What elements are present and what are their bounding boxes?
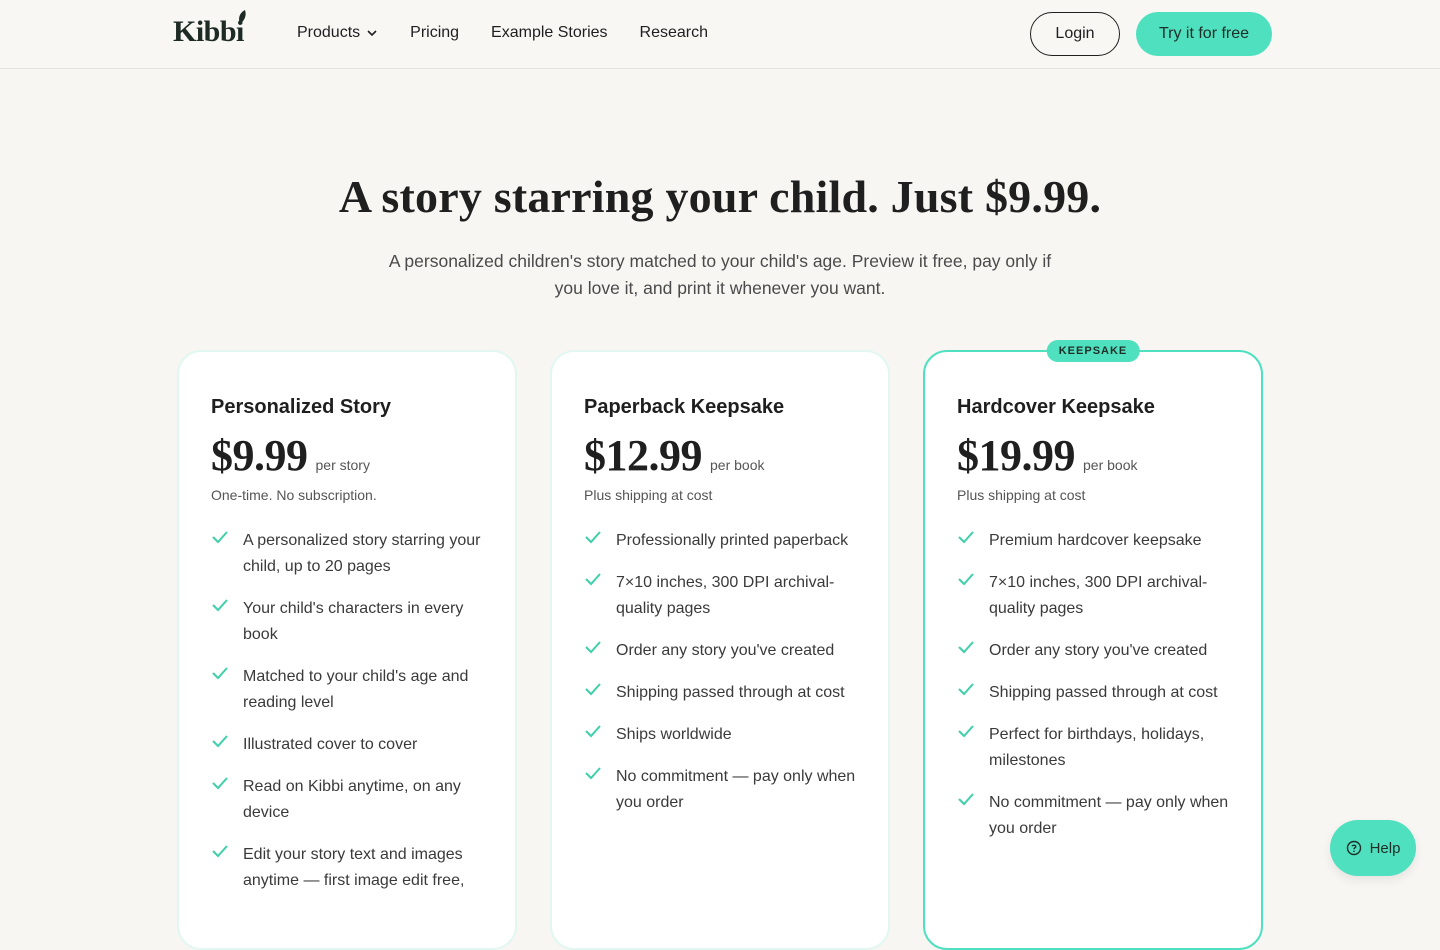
leaf-icon [239, 10, 246, 24]
check-icon [957, 722, 989, 748]
top-nav: Kibbi Products Pricing Example Stories R… [0, 0, 1440, 69]
nav-pricing[interactable]: Pricing [410, 24, 459, 42]
check-icon [211, 596, 243, 622]
plan-price: $19.99 [957, 431, 1076, 480]
check-icon [584, 638, 616, 664]
feature-item: Perfect for birthdays, holidays, milesto… [957, 722, 1237, 774]
check-icon [957, 680, 989, 706]
hero-subtitle: A personalized children's story matched … [388, 251, 1052, 298]
help-icon [1346, 840, 1361, 856]
feature-item: Illustrated cover to cover [211, 732, 491, 758]
plan-title: Paperback Keepsake [584, 396, 785, 418]
feature-item: Edit your story text and images anytime … [211, 842, 491, 894]
plan-price: $12.99 [584, 431, 703, 480]
feature-item: Professionally printed paperback [584, 528, 864, 554]
plan-price-note: Plus shipping at cost [957, 487, 1086, 503]
check-icon [211, 528, 243, 554]
check-icon [584, 528, 616, 554]
nav-products[interactable]: Products [297, 24, 378, 42]
help-label: Help [1369, 839, 1401, 857]
plan-title: Hardcover Keepsake [957, 396, 1155, 418]
price-row: $12.99 per book [584, 430, 764, 481]
plan-price-unit: per book [710, 457, 765, 473]
check-icon [584, 570, 616, 596]
feature-item: 7×10 inches, 300 DPI archival-quality pa… [957, 570, 1237, 622]
plan-price-note: One-time. No subscription. [211, 487, 377, 503]
nav-links: Products Pricing Example Stories Researc… [297, 24, 740, 42]
nav-example-stories[interactable]: Example Stories [491, 24, 608, 42]
plan-price-unit: per book [1083, 457, 1138, 473]
check-icon [957, 790, 989, 816]
check-icon [211, 732, 243, 758]
plan-card-personalized-story: Personalized Story $9.99 per story One-t… [177, 350, 517, 950]
check-icon [584, 680, 616, 706]
check-icon [957, 528, 989, 554]
plan-card-hardcover-keepsake: KEEPSAKE Hardcover Keepsake $19.99 per b… [923, 340, 1263, 950]
login-button[interactable]: Login [1030, 12, 1120, 56]
feature-item: A personalized story starring your child… [211, 528, 491, 580]
feature-item: No commitment — pay only when you order [957, 790, 1237, 842]
feature-item: Your child's characters in every book [211, 596, 491, 648]
feature-item: Ships worldwide [584, 722, 864, 748]
feature-item: Order any story you've created [957, 638, 1237, 664]
feature-item: Read on Kibbi anytime, on any device [211, 774, 491, 826]
kibbi-logo[interactable]: Kibbi [173, 10, 246, 49]
plan-price-unit: per story [315, 457, 370, 473]
feature-item: Shipping passed through at cost [957, 680, 1237, 706]
logo-text: Kibbi [173, 15, 244, 48]
feature-item: Premium hardcover keepsake [957, 528, 1237, 554]
feature-list: A personalized story starring your child… [211, 528, 491, 910]
help-button[interactable]: Help [1330, 820, 1416, 876]
hero-title: A story starring your child. Just $9.99. [338, 171, 1102, 222]
nav-research[interactable]: Research [640, 24, 708, 42]
feature-item: 7×10 inches, 300 DPI archival-quality pa… [584, 570, 864, 622]
check-icon [957, 638, 989, 664]
check-icon [211, 774, 243, 800]
check-icon [211, 842, 243, 868]
feature-item: Order any story you've created [584, 638, 864, 664]
plan-price-note: Plus shipping at cost [584, 487, 713, 503]
try-free-button[interactable]: Try it for free [1136, 12, 1272, 56]
price-row: $9.99 per story [211, 430, 370, 481]
plan-price: $9.99 [211, 431, 308, 480]
feature-item: Matched to your child's age and reading … [211, 664, 491, 716]
check-icon [584, 722, 616, 748]
feature-list: Professionally printed paperback 7×10 in… [584, 528, 864, 832]
plan-card-paperback-keepsake: Paperback Keepsake $12.99 per book Plus … [550, 350, 890, 950]
plan-title: Personalized Story [211, 396, 392, 418]
feature-item: No commitment — pay only when you order [584, 764, 864, 816]
feature-item: Shipping passed through at cost [584, 680, 864, 706]
chevron-down-icon [367, 30, 377, 37]
feature-list: Premium hardcover keepsake 7×10 inches, … [957, 528, 1237, 858]
keepsake-badge: KEEPSAKE [1046, 340, 1140, 362]
check-icon [584, 764, 616, 790]
price-row: $19.99 per book [957, 430, 1137, 481]
check-icon [957, 570, 989, 596]
check-icon [211, 664, 243, 690]
